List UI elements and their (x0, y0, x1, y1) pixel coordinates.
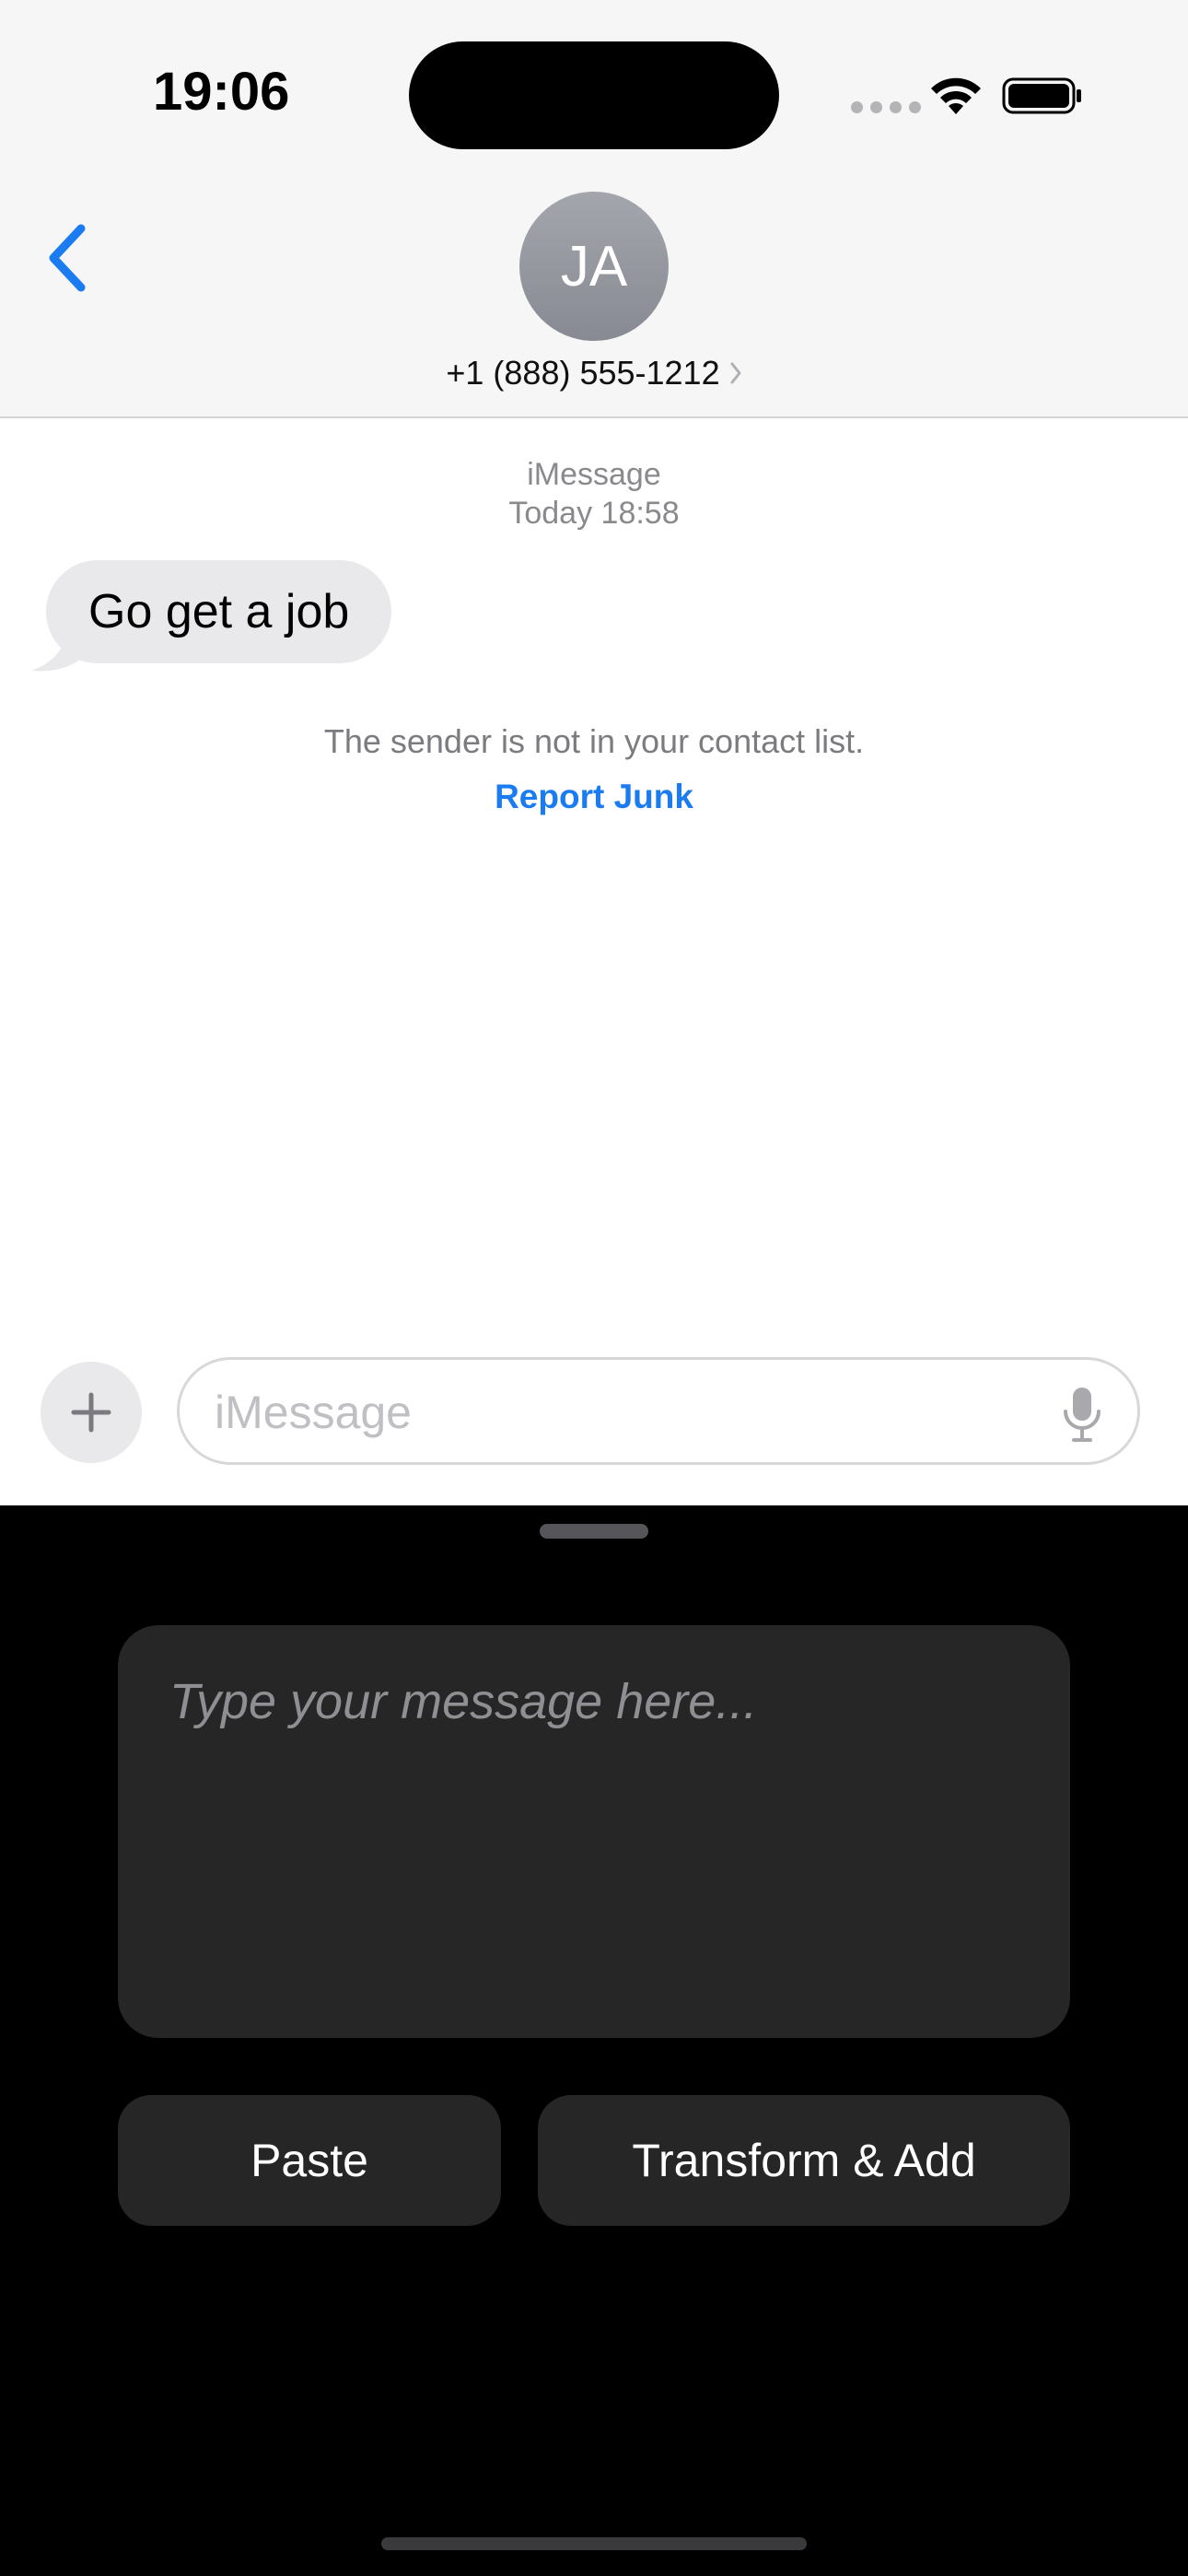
messages-screen: 19:06 JA +1 (888) 555-1212 iMessage Toda… (0, 0, 1188, 1505)
status-time: 19:06 (153, 62, 290, 122)
message-bubble: Go get a job (46, 560, 392, 663)
dynamic-island (409, 41, 779, 149)
microphone-icon[interactable] (1062, 1386, 1102, 1443)
cellular-signal-icon (851, 101, 921, 113)
message-composer[interactable] (177, 1357, 1140, 1465)
chevron-right-icon (730, 362, 741, 384)
avatar-initials: JA (560, 234, 628, 299)
chevron-left-icon[interactable] (41, 221, 92, 295)
apps-plus-button[interactable] (41, 1362, 142, 1463)
paste-button[interactable]: Paste (118, 2095, 501, 2226)
contact-name-row[interactable]: +1 (888) 555-1212 (0, 354, 1188, 392)
contact-name: +1 (888) 555-1212 (446, 354, 720, 392)
wifi-icon (931, 77, 981, 114)
transform-add-button[interactable]: Transform & Add (538, 2095, 1070, 2226)
sheet-grabber[interactable] (540, 1524, 648, 1539)
service-label: iMessage (527, 457, 661, 492)
conversation-header: 19:06 JA +1 (888) 555-1212 (0, 0, 1188, 418)
message-input[interactable] (215, 1378, 1025, 1446)
avatar[interactable]: JA (519, 192, 669, 341)
plus-icon (71, 1392, 111, 1433)
message-draft-input[interactable] (169, 1673, 1017, 1996)
unknown-sender-notice: The sender is not in your contact list. (323, 722, 865, 760)
message-draft-box[interactable] (118, 1625, 1070, 2038)
home-indicator (381, 2537, 807, 2550)
incoming-message[interactable]: Go get a job (31, 560, 392, 672)
report-junk-link[interactable]: Report Junk (0, 778, 1188, 816)
keyboard-extension-panel: Paste Transform & Add (0, 1505, 1188, 2576)
message-timestamp: Today 18:58 (508, 496, 680, 531)
battery-icon (1002, 77, 1081, 114)
